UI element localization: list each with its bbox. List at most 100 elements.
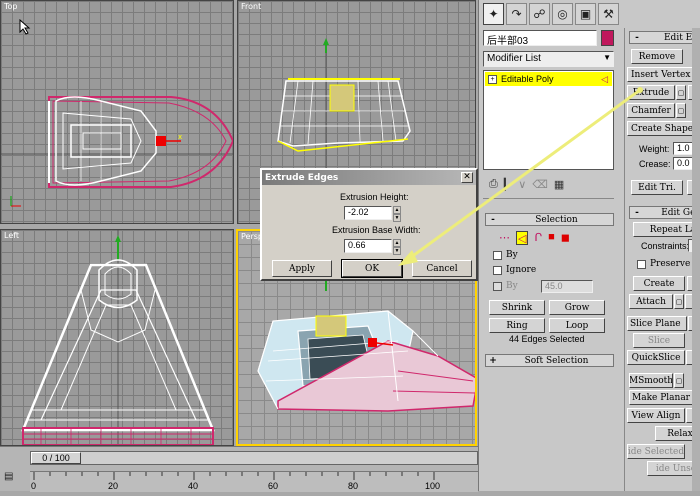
- modifier-list-dropdown[interactable]: Modifier List ▼: [483, 51, 614, 67]
- by-vertex-label: By: [506, 250, 518, 260]
- extrude-edges-dialog: Extrude Edges ✕ Extrusion Height: -2.02 …: [260, 168, 478, 281]
- edit-geometry-rollout-header[interactable]: - Edit Geo: [629, 206, 700, 219]
- weight-label: Weight:: [639, 144, 670, 154]
- by-angle-checkbox[interactable]: [493, 282, 502, 291]
- subobject-edge-icon: ◁: [601, 73, 608, 84]
- edit-tri-button[interactable]: Edit Tri.: [631, 180, 683, 195]
- svg-text:x: x: [178, 133, 182, 141]
- selection-status: 44 Edges Selected: [509, 334, 585, 344]
- extrude-settings-button[interactable]: ▢: [676, 85, 686, 100]
- make-planar-button[interactable]: Make Planar: [629, 390, 693, 405]
- stack-item-editable-poly[interactable]: + Editable Poly ◁: [485, 72, 612, 86]
- motion-icon[interactable]: ◎: [552, 3, 573, 25]
- cancel-button[interactable]: Cancel: [412, 260, 472, 277]
- subobject-levels: ⋯ ◁ Ր ■ ◼: [499, 231, 599, 245]
- track-bar[interactable]: 0 20 40 60 80 100: [30, 471, 478, 492]
- time-slider-thumb[interactable]: 0 / 100: [31, 452, 81, 464]
- view-align-button[interactable]: View Align: [627, 408, 685, 423]
- tick-label-40: 40: [188, 481, 199, 491]
- vertex-level-icon[interactable]: ⋯: [499, 231, 510, 245]
- extrusion-base-width-field[interactable]: 0.66: [344, 239, 392, 253]
- ignore-backfacing-checkbox[interactable]: [493, 266, 502, 275]
- selection-rollout-header[interactable]: - Selection: [485, 213, 614, 226]
- ring-button[interactable]: Ring: [489, 318, 545, 333]
- attach-button[interactable]: Attach: [629, 294, 673, 309]
- dialog-title-bar[interactable]: Extrude Edges ✕: [262, 170, 476, 185]
- configure-sets-icon[interactable]: ▦: [554, 178, 564, 191]
- remove-modifier-icon[interactable]: ⌫: [532, 178, 548, 191]
- expand-plus-icon: +: [489, 355, 497, 366]
- hierarchy-icon[interactable]: ☍: [529, 3, 550, 25]
- grow-button[interactable]: Grow: [549, 300, 605, 315]
- edge-level-icon[interactable]: ◁: [516, 231, 529, 245]
- show-end-result-icon[interactable]: ▎: [504, 178, 512, 191]
- attach-list-button[interactable]: ▢: [674, 294, 684, 309]
- polygon-level-icon[interactable]: ■: [548, 231, 555, 245]
- chevron-down-icon: ▼: [603, 53, 611, 62]
- element-level-icon[interactable]: ◼: [561, 231, 570, 245]
- collapse-minus-icon: -: [635, 207, 639, 218]
- stack-toolbar: ⎙ ▎ ∨ ⌫ ▦: [483, 173, 614, 195]
- time-slider[interactable]: 0 / 100: [30, 451, 478, 465]
- hide-selected-button[interactable]: ide Selected: [627, 444, 685, 459]
- create-button[interactable]: Create: [633, 276, 685, 291]
- collapse-minus-icon: -: [635, 32, 639, 43]
- quickslice-button[interactable]: QuickSlice: [627, 350, 685, 365]
- tick-label-60: 60: [268, 481, 279, 491]
- track-bar-ticks: [33, 472, 435, 480]
- soft-selection-title: Soft Selection: [524, 355, 589, 366]
- msmooth-settings-button[interactable]: ▢: [674, 373, 684, 388]
- extrusion-height-field[interactable]: -2.02: [344, 206, 392, 220]
- msmooth-button[interactable]: MSmooth: [629, 373, 673, 388]
- display-icon[interactable]: ▣: [575, 3, 596, 25]
- slice-plane-button[interactable]: Slice Plane: [627, 316, 687, 331]
- viewport-top[interactable]: Top x: [0, 0, 234, 224]
- object-name-field[interactable]: 后半部03: [483, 30, 597, 46]
- modifier-list-label: Modifier List: [487, 53, 541, 64]
- angle-field[interactable]: 45.0: [541, 280, 593, 293]
- create-icon[interactable]: ✦: [483, 3, 504, 25]
- make-unique-icon[interactable]: ∨: [518, 178, 526, 191]
- time-slider-bar: 0 / 100 0 20 40 60 80 100 ▤: [0, 446, 478, 492]
- object-color-swatch[interactable]: [601, 30, 614, 46]
- border-level-icon[interactable]: Ր: [534, 231, 542, 245]
- pin-stack-icon[interactable]: ⎙: [489, 178, 498, 191]
- shrink-button[interactable]: Shrink: [489, 300, 545, 315]
- loop-button[interactable]: Loop: [549, 318, 605, 333]
- frame-counter: 0 / 100: [42, 453, 70, 463]
- selection-rollout-title: Selection: [535, 214, 578, 225]
- constraints-label: Constraints:: [641, 241, 690, 251]
- edit-edges-rollout-header[interactable]: - Edit Ed: [629, 31, 700, 44]
- utilities-icon[interactable]: ⚒: [598, 3, 619, 25]
- chamfer-settings-button[interactable]: ▢: [676, 103, 686, 118]
- mouse-cursor-icon: [19, 19, 31, 35]
- create-shape-button[interactable]: Create Shape From: [627, 121, 700, 136]
- edit-rollouts-column: - Edit Ed Remove Insert Vertex Extrude ▢…: [624, 28, 700, 491]
- expand-plus-icon[interactable]: +: [488, 74, 497, 84]
- tick-label-20: 20: [108, 481, 119, 491]
- insert-vertex-button[interactable]: Insert Vertex: [627, 67, 700, 82]
- preserve-uvs-label: Preserve: [650, 259, 691, 269]
- extrusion-height-spinner[interactable]: ▲ ▼: [393, 206, 401, 222]
- divider: [483, 198, 614, 199]
- ok-button[interactable]: OK: [341, 259, 403, 278]
- extrude-button[interactable]: Extrude: [627, 85, 675, 100]
- preserve-uvs-checkbox[interactable]: [637, 260, 646, 269]
- chamfer-button[interactable]: Chamfer: [627, 103, 675, 118]
- soft-selection-rollout-header[interactable]: + Soft Selection: [485, 354, 614, 367]
- top-view-mesh: x: [1, 96, 233, 207]
- by-vertex-checkbox[interactable]: [493, 251, 502, 260]
- remove-button[interactable]: Remove: [631, 49, 683, 64]
- tick-label-0: 0: [31, 481, 37, 491]
- extrusion-base-width-spinner[interactable]: ▲ ▼: [393, 239, 401, 255]
- left-view-mesh: [21, 230, 215, 445]
- apply-button[interactable]: Apply: [272, 260, 332, 277]
- dialog-title: Extrude Edges: [265, 172, 339, 183]
- repeat-last-button[interactable]: Repeat La: [633, 222, 700, 237]
- panel-scrollbar[interactable]: [692, 28, 700, 491]
- viewport-left[interactable]: Left: [0, 229, 234, 446]
- modify-icon[interactable]: ↷: [506, 3, 527, 25]
- trackbar-menu-icon[interactable]: ▤: [4, 471, 18, 483]
- slice-button[interactable]: Slice: [633, 333, 685, 348]
- close-icon[interactable]: ✕: [461, 172, 473, 183]
